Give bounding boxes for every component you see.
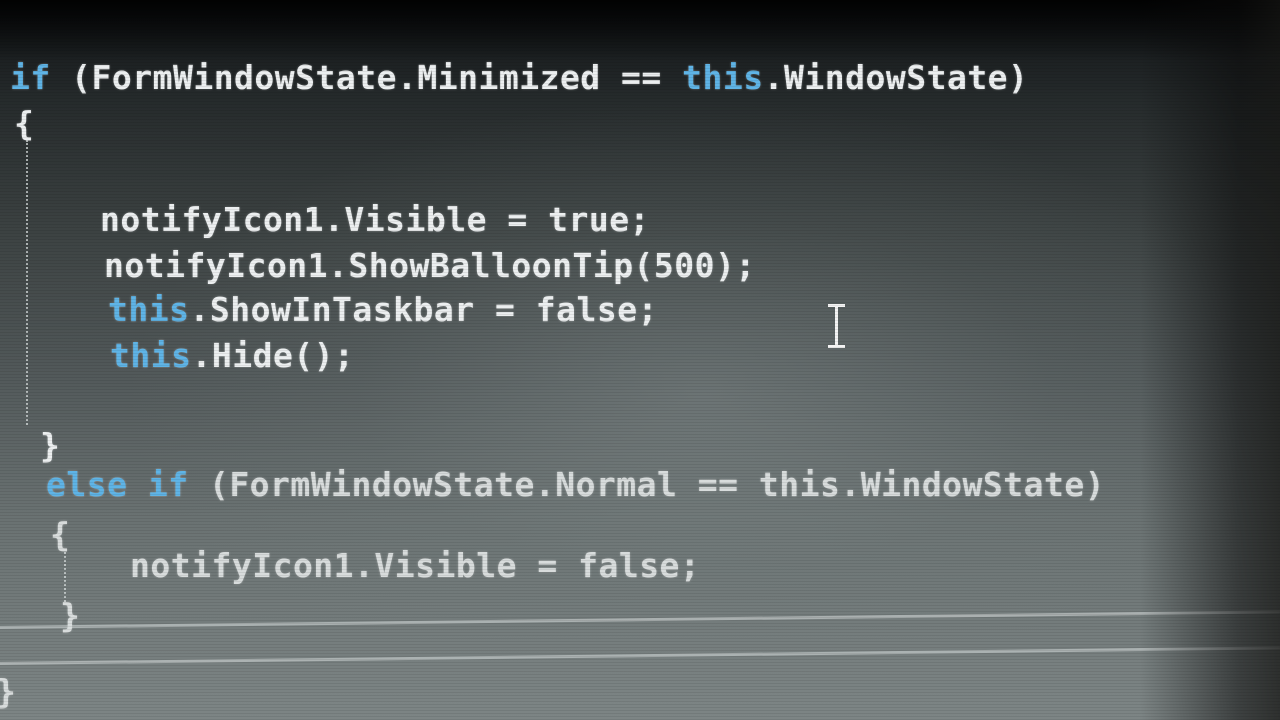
code-text: (FormWindowState.Normal == this.WindowSt… (188, 465, 1106, 504)
code-line-8[interactable]: else if (FormWindowState.Normal == this.… (46, 465, 1105, 504)
line-separator (0, 646, 1280, 665)
code-line-4[interactable]: notifyIcon1.ShowBalloonTip(500); (104, 246, 756, 285)
code-text: notifyIcon1.Visible = true; (100, 200, 650, 239)
close-brace: } (60, 596, 81, 635)
code-text: .Hide(); (191, 336, 355, 375)
close-brace: } (40, 426, 61, 465)
line-separator (0, 610, 1280, 629)
code-text: notifyIcon1.Visible = false; (130, 546, 701, 585)
keyword-if: if (10, 58, 51, 97)
code-line-11[interactable]: } (60, 596, 80, 635)
keyword-this: this (108, 290, 190, 329)
open-brace: { (14, 104, 35, 143)
open-brace: { (50, 515, 71, 554)
code-line-6[interactable]: this.Hide(); (110, 336, 354, 375)
code-line-3[interactable]: notifyIcon1.Visible = true; (100, 200, 650, 239)
code-line-2[interactable]: { (14, 104, 34, 143)
code-line-7[interactable]: } (40, 426, 60, 465)
indent-guide (64, 552, 66, 602)
code-text: .WindowState) (763, 58, 1029, 97)
code-line-1[interactable]: if (FormWindowState.Minimized == this.Wi… (10, 58, 1028, 97)
code-text: notifyIcon1.ShowBalloonTip(500); (104, 246, 756, 285)
code-editor[interactable]: if (FormWindowState.Minimized == this.Wi… (0, 0, 1280, 720)
code-line-12[interactable]: } (0, 672, 16, 711)
keyword-else-if: else if (46, 465, 189, 504)
keyword-this: this (110, 336, 192, 375)
code-text: .ShowInTaskbar = false; (189, 290, 658, 329)
keyword-this: this (682, 58, 764, 97)
code-text: (FormWindowState.Minimized == (50, 58, 683, 97)
close-brace: } (0, 672, 16, 711)
code-line-5[interactable]: this.ShowInTaskbar = false; (108, 290, 658, 329)
indent-guide (26, 140, 28, 425)
i-beam-cursor-icon (826, 304, 846, 348)
code-line-10[interactable]: notifyIcon1.Visible = false; (130, 546, 700, 585)
code-line-9[interactable]: { (50, 515, 70, 554)
